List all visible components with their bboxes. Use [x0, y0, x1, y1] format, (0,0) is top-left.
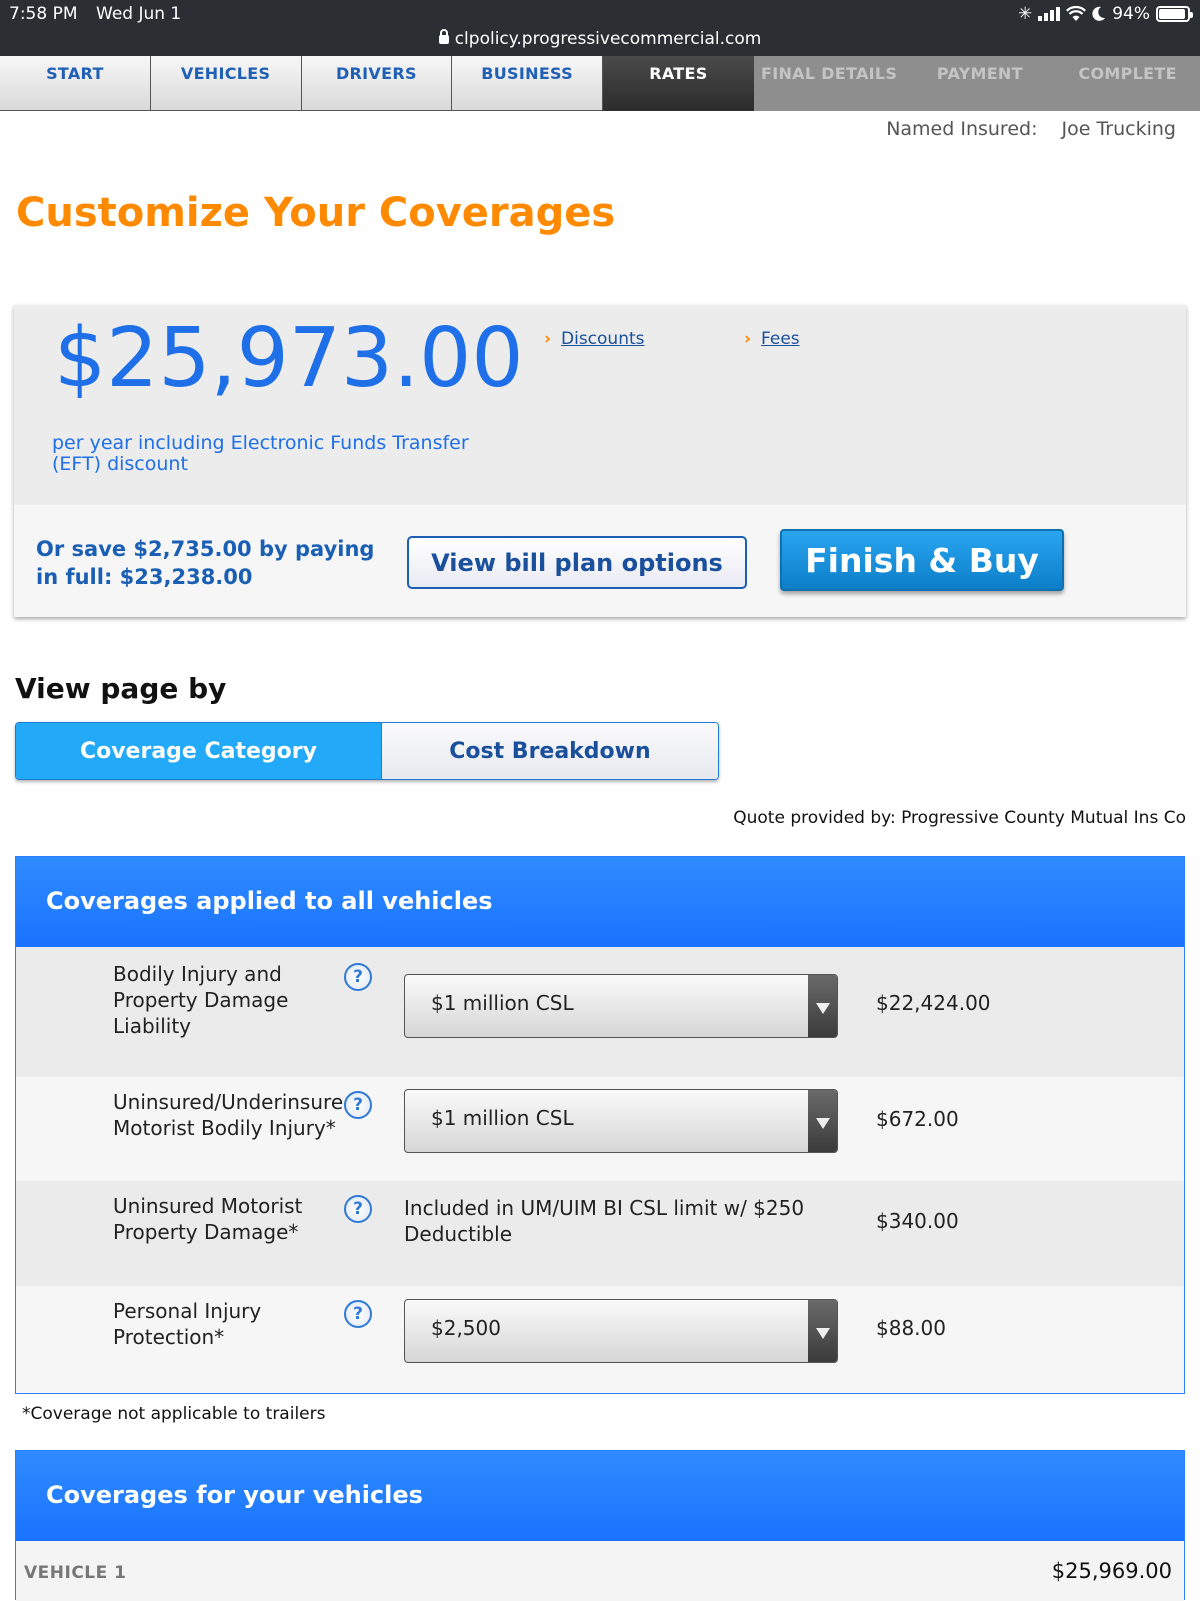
coverage-category-toggle[interactable]: Coverage Category	[16, 723, 382, 779]
dropdown-arrow-icon	[808, 975, 837, 1037]
coverage-static-value: Included in UM/UIM BI CSL limit w/ $250 …	[404, 1196, 805, 1246]
named-insured: Named Insured: Joe Trucking	[886, 118, 1176, 140]
view-by-heading: View page by	[15, 672, 227, 705]
coverage-limit-select[interactable]: $1 million CSL	[404, 1089, 838, 1153]
lock-icon	[438, 29, 449, 44]
quote-provider: Quote provided by: Progressive County Mu…	[733, 808, 1186, 828]
vehicle-coverages-heading: Coverages for your vehicles	[16, 1451, 1184, 1541]
status-bar: 7:58 PM Wed Jun 1 ✳ 94% clpolicy.progres…	[0, 0, 1200, 56]
url-bar[interactable]: clpolicy.progressivecommercial.com	[0, 29, 1200, 49]
coverage-row: Bodily Injury and Property Damage Liabil…	[16, 947, 1184, 1077]
help-icon[interactable]: ?	[344, 1091, 372, 1119]
fees-link[interactable]: › Fees	[744, 329, 800, 349]
finish-and-buy-button[interactable]: Finish & Buy	[780, 529, 1064, 591]
activity-icon: ✳	[1017, 4, 1033, 24]
tab-drivers[interactable]: DRIVERS	[301, 56, 453, 111]
select-value: $2,500	[431, 1316, 501, 1340]
coverage-limit-select[interactable]: $1 million CSL	[404, 974, 838, 1038]
cellular-signal-icon	[1038, 7, 1061, 21]
tab-final-details: FINAL DETAILS	[753, 56, 905, 111]
tab-rates[interactable]: RATES	[603, 56, 754, 111]
progress-nav: START VEHICLES DRIVERS BUSINESS RATES FI…	[0, 56, 1200, 111]
wifi-icon	[1066, 6, 1087, 21]
discounts-link[interactable]: › Discounts	[544, 329, 645, 349]
vehicle-coverages-panel: Coverages for your vehicles VEHICLE 1 $2…	[15, 1450, 1185, 1601]
coverage-label: Uninsured/Underinsured Motorist Bodily I…	[113, 1090, 356, 1140]
trailer-footnote: *Coverage not applicable to trailers	[22, 1404, 326, 1424]
dropdown-arrow-icon	[808, 1090, 837, 1152]
coverages-all-panel: Coverages applied to all vehicles Bodily…	[15, 856, 1185, 1394]
status-indicators: ✳ 94%	[1017, 4, 1193, 24]
select-value: $1 million CSL	[431, 991, 574, 1015]
view-by-toggle: Coverage Category Cost Breakdown	[15, 722, 719, 780]
vehicle-label: VEHICLE 1	[24, 1563, 127, 1583]
coverage-amount: $672.00	[876, 1107, 959, 1131]
chevron-right-icon: ›	[544, 329, 552, 349]
page-title: Customize Your Coverages	[16, 190, 616, 236]
pay-in-full-savings: Or save $2,735.00 by paying in full: $23…	[36, 537, 375, 589]
help-icon[interactable]: ?	[344, 1195, 372, 1223]
pay-options-section: Or save $2,735.00 by paying in full: $23…	[14, 505, 1186, 617]
status-time: 7:58 PM	[9, 4, 78, 24]
coverage-amount: $88.00	[876, 1316, 946, 1340]
named-insured-value: Joe Trucking	[1061, 118, 1176, 140]
coverage-row: Uninsured Motorist Property Damage* ? In…	[16, 1181, 1184, 1286]
url-text: clpolicy.progressivecommercial.com	[454, 29, 762, 49]
price-card: $25,973.00 per year including Electronic…	[14, 305, 1186, 617]
cost-breakdown-toggle[interactable]: Cost Breakdown	[381, 723, 718, 779]
discounts-link-label: Discounts	[561, 329, 645, 349]
select-value: $1 million CSL	[431, 1106, 574, 1130]
coverage-label: Uninsured Motorist Property Damage*	[113, 1194, 303, 1244]
help-icon[interactable]: ?	[344, 963, 372, 991]
status-date: Wed Jun 1	[96, 4, 182, 24]
coverage-row: Uninsured/Underinsured Motorist Bodily I…	[16, 1077, 1184, 1181]
dropdown-arrow-icon	[808, 1300, 837, 1362]
moon-icon	[1092, 6, 1106, 21]
help-icon[interactable]: ?	[344, 1300, 372, 1328]
coverage-row: Personal Injury Protection* ? $2,500 $88…	[16, 1286, 1184, 1393]
fees-link-label: Fees	[761, 329, 800, 349]
coverages-all-heading: Coverages applied to all vehicles	[16, 857, 1184, 947]
annual-price: $25,973.00	[54, 311, 524, 406]
tab-vehicles[interactable]: VEHICLES	[150, 56, 302, 111]
view-bill-plan-button[interactable]: View bill plan options	[407, 536, 747, 589]
coverage-amount: $22,424.00	[876, 991, 991, 1015]
battery-icon	[1156, 6, 1193, 22]
tab-business[interactable]: BUSINESS	[452, 56, 603, 111]
tab-payment: PAYMENT	[904, 56, 1056, 111]
tab-complete: COMPLETE	[1055, 56, 1200, 111]
price-note: per year including Electronic Funds Tran…	[52, 432, 469, 475]
vehicle-row[interactable]: VEHICLE 1 $25,969.00	[16, 1541, 1184, 1601]
vehicle-amount: $25,969.00	[1051, 1559, 1172, 1583]
chevron-right-icon: ›	[744, 329, 752, 349]
coverage-amount: $340.00	[876, 1209, 959, 1233]
coverage-limit-select[interactable]: $2,500	[404, 1299, 838, 1363]
battery-percent: 94%	[1112, 4, 1150, 24]
named-insured-label: Named Insured:	[886, 118, 1038, 140]
coverage-label: Personal Injury Protection*	[113, 1299, 262, 1349]
coverage-label: Bodily Injury and Property Damage Liabil…	[113, 962, 289, 1038]
tab-start[interactable]: START	[0, 56, 151, 111]
